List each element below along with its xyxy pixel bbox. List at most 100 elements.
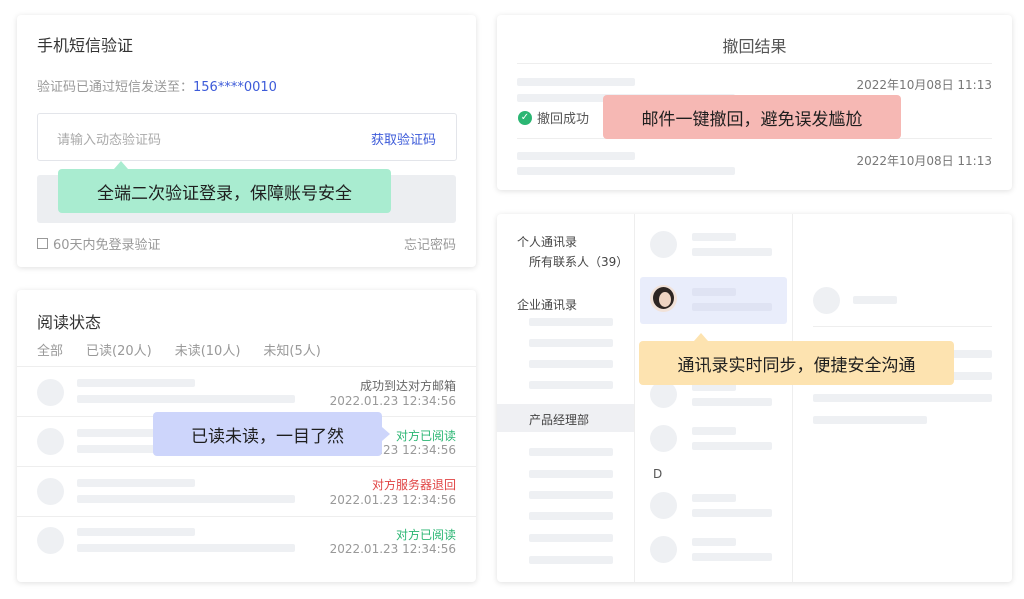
- avatar: [37, 478, 64, 505]
- read-callout-text: 已读未读，一目了然: [191, 426, 344, 447]
- contacts-sidebar: 个人通讯录 所有联系人（39） 企业通讯录 产品经理部: [497, 214, 635, 582]
- avatar: [650, 425, 677, 452]
- forgot-password-link[interactable]: 忘记密码: [404, 234, 456, 253]
- recall-feature-callout: 邮件一键撤回，避免误发尴尬: [603, 95, 901, 139]
- avatar: [650, 492, 677, 519]
- avatar: [37, 379, 64, 406]
- table-row[interactable]: 对方已阅读 2022.01.23 12:34:56: [17, 517, 476, 566]
- sms-sent-prefix: 验证码已通过短信发送至：: [37, 80, 194, 95]
- placeholder-line: [77, 544, 295, 552]
- placeholder-line: [529, 448, 613, 456]
- contact-detail: [793, 214, 1012, 582]
- row-time: 2022.01.23 12:34:56: [329, 394, 456, 408]
- avatar: [650, 381, 677, 408]
- remember-login-checkbox[interactable]: 60天内免登录验证: [37, 234, 161, 253]
- recall-card-title: 撤回结果: [722, 37, 787, 56]
- placeholder-line: [529, 339, 613, 347]
- all-contacts-item[interactable]: 所有联系人（39）: [529, 253, 628, 270]
- enterprise-contacts-label[interactable]: 企业通讯录: [517, 296, 577, 313]
- avatar: [37, 428, 64, 455]
- divider: [517, 63, 992, 64]
- placeholder-line: [529, 318, 613, 326]
- sms-phone-number: 156****0010: [193, 80, 277, 95]
- placeholder-line: [813, 416, 927, 424]
- placeholder-line: [77, 528, 195, 536]
- recall-callout-text: 邮件一键撤回，避免误发尴尬: [641, 109, 863, 130]
- verification-code-input[interactable]: 请输入动态验证码 获取验证码: [37, 113, 457, 161]
- callout-pointer: [694, 333, 708, 341]
- placeholder-line: [529, 381, 613, 389]
- placeholder-line: [529, 491, 613, 499]
- placeholder-line: [517, 78, 635, 86]
- department-label: 产品经理部: [529, 413, 590, 427]
- placeholder-line: [529, 556, 613, 564]
- placeholder-line: [692, 553, 772, 561]
- list-item[interactable]: [640, 422, 787, 458]
- list-item-selected[interactable]: [640, 277, 787, 324]
- placeholder-line: [692, 427, 736, 435]
- avatar: [650, 285, 677, 312]
- row-time: 2022.01.23 12:34:56: [329, 542, 456, 556]
- recall-status: ✓ 撤回成功: [518, 108, 589, 127]
- sidebar-item-product-manager[interactable]: 产品经理部: [497, 404, 634, 432]
- row-status: 对方已阅读: [395, 528, 456, 542]
- placeholder-line: [529, 534, 613, 542]
- placeholder-line: [77, 379, 195, 387]
- row-status: 成功到达对方邮箱: [359, 379, 456, 393]
- avatar: [650, 231, 677, 258]
- row-time: 2022.01.23 12:34:56: [329, 493, 456, 507]
- list-item[interactable]: [640, 489, 787, 525]
- callout-pointer: [382, 427, 390, 441]
- placeholder-line: [692, 398, 772, 406]
- read-feature-callout: 已读未读，一目了然: [153, 412, 390, 456]
- placeholder-line: [692, 288, 736, 296]
- recall-status-label: 撤回成功: [537, 112, 590, 127]
- placeholder-line: [813, 394, 992, 402]
- placeholder-line: [692, 538, 736, 546]
- callout-pointer: [114, 161, 128, 169]
- contacts-feature-callout: 通讯录实时同步，便捷安全沟通: [639, 333, 954, 385]
- placeholder-line: [529, 512, 613, 520]
- code-input-placeholder: 请输入动态验证码: [57, 133, 162, 148]
- tab-unread[interactable]: 未读(10人): [175, 340, 241, 359]
- sms-callout-text: 全端二次验证登录，保障账号安全: [97, 183, 352, 204]
- avatar: [813, 287, 840, 314]
- placeholder-line: [853, 296, 897, 304]
- contacts-card: 个人通讯录 所有联系人（39） 企业通讯录 产品经理部 D: [497, 214, 1012, 582]
- letter-index-d: D: [653, 467, 663, 481]
- placeholder-line: [692, 303, 772, 311]
- placeholder-line: [529, 360, 613, 368]
- get-code-button[interactable]: 获取验证码: [371, 129, 436, 148]
- sms-verify-card: 手机短信验证 验证码已通过短信发送至：156****0010 请输入动态验证码 …: [17, 15, 476, 267]
- avatar: [37, 527, 64, 554]
- placeholder-line: [692, 233, 736, 241]
- list-item[interactable]: [640, 533, 787, 569]
- read-card-title: 阅读状态: [37, 313, 102, 332]
- table-row[interactable]: 对方服务器退回 2022.01.23 12:34:56: [17, 467, 476, 516]
- contact-list: D: [635, 214, 793, 582]
- sms-card-title: 手机短信验证: [37, 36, 134, 55]
- tab-read[interactable]: 已读(20人): [86, 340, 152, 359]
- placeholder-line: [517, 167, 735, 175]
- placeholder-line: [692, 509, 772, 517]
- placeholder-line: [692, 248, 772, 256]
- recall-date: 2022年10月08日 11:13: [856, 78, 992, 92]
- contacts-callout-text: 通讯录实时同步，便捷安全沟通: [677, 355, 916, 376]
- sms-sent-info: 验证码已通过短信发送至：156****0010: [37, 76, 277, 95]
- list-item[interactable]: [640, 228, 787, 264]
- placeholder-line: [692, 494, 736, 502]
- personal-contacts-label[interactable]: 个人通讯录: [517, 233, 577, 250]
- placeholder-line: [77, 395, 295, 403]
- placeholder-line: [692, 442, 772, 450]
- placeholder-line: [517, 152, 635, 160]
- remember-label: 60天内免登录验证: [53, 238, 161, 253]
- divider: [813, 326, 992, 327]
- recall-date: 2022年10月08日 11:13: [856, 154, 992, 168]
- checkbox-box[interactable]: [37, 238, 48, 249]
- sms-feature-callout: 全端二次验证登录，保障账号安全: [58, 161, 391, 213]
- table-row[interactable]: 成功到达对方邮箱 2022.01.23 12:34:56: [17, 367, 476, 416]
- placeholder-line: [77, 495, 295, 503]
- tab-unknown[interactable]: 未知(5人): [263, 340, 320, 359]
- tab-all[interactable]: 全部: [37, 340, 63, 359]
- placeholder-line: [529, 470, 613, 478]
